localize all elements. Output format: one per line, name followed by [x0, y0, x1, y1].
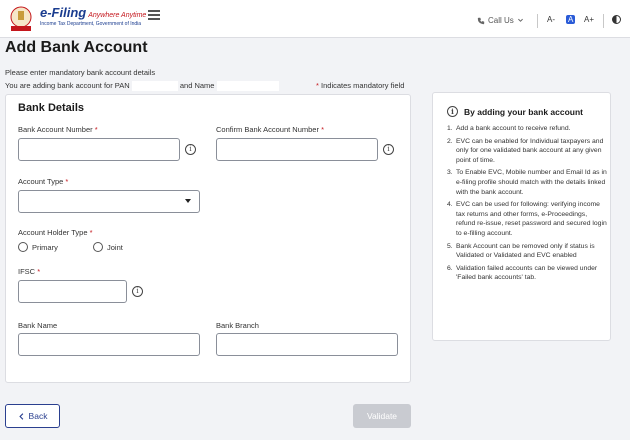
- back-button[interactable]: Back: [5, 404, 60, 428]
- list-item: 2. EVC can be enabled for Individual taxp…: [447, 137, 604, 164]
- account-type-label: Account Type *: [18, 177, 69, 186]
- section-title: Bank Details: [18, 102, 85, 114]
- chevron-left-icon: [18, 412, 23, 420]
- info-icon[interactable]: i: [185, 144, 196, 155]
- list-item: 1. Add a bank account to receive refund.: [447, 125, 571, 132]
- divider: [537, 14, 538, 28]
- account-holder-type-label: Account Holder Type *: [18, 228, 93, 237]
- call-us-label: Call Us: [488, 16, 514, 25]
- chevron-down-icon: [517, 18, 523, 22]
- bank-branch-input[interactable]: [216, 333, 398, 356]
- brand-block[interactable]: e-Filing Anywhere Anytime Income Tax Depa…: [40, 5, 146, 27]
- font-normal-button[interactable]: A: [566, 15, 576, 24]
- page-title: Add Bank Account: [5, 39, 148, 56]
- info-icon: i: [447, 106, 458, 117]
- validate-button[interactable]: Validate: [353, 404, 411, 428]
- back-label: Back: [28, 411, 48, 421]
- top-bar: e-Filing Anywhere Anytime Income Tax Depa…: [0, 0, 630, 38]
- radio-circle[interactable]: [93, 242, 103, 252]
- bank-account-info-panel: i By adding your bank account 1. Add a ba…: [432, 92, 611, 341]
- divider: [603, 14, 604, 28]
- holder-joint-radio[interactable]: Joint: [93, 242, 123, 252]
- ifsc-label: IFSC *: [18, 267, 41, 276]
- confirm-account-number-input[interactable]: [216, 138, 378, 161]
- ifsc-input[interactable]: [18, 280, 127, 303]
- hamburger-icon[interactable]: [148, 10, 160, 20]
- font-increase-button[interactable]: A+: [584, 15, 594, 24]
- info-icon[interactable]: i: [132, 286, 143, 297]
- emblem-logo: [10, 6, 32, 31]
- bank-branch-label: Bank Branch: [216, 321, 259, 330]
- list-item: 6. Validation failed accounts can be view…: [447, 264, 598, 282]
- bank-name-input[interactable]: [18, 333, 200, 356]
- brand-subtitle: Income Tax Department, Government of Ind…: [40, 21, 142, 27]
- list-item: 3. To Enable EVC, Mobile number and Email…: [447, 169, 607, 196]
- brand-title: e-Filing Anywhere Anytime: [40, 5, 147, 20]
- side-panel-title: By adding your bank account: [464, 106, 584, 117]
- brand-tagline: Anywhere Anytime: [88, 12, 147, 19]
- font-decrease-button[interactable]: A-: [547, 15, 555, 24]
- info-list: 1. Add a bank account to receive refund. …: [447, 124, 607, 286]
- mandatory-note: * Indicates mandatory field: [316, 81, 405, 90]
- confirm-account-number-label: Confirm Bank Account Number *: [216, 125, 324, 134]
- radio-circle[interactable]: [18, 242, 28, 252]
- dropdown-caret-icon: [185, 199, 191, 203]
- contrast-icon[interactable]: [612, 15, 621, 24]
- phone-icon: [477, 17, 485, 24]
- bank-account-number-input[interactable]: [18, 138, 180, 161]
- side-panel-header: i By adding your bank account: [447, 106, 583, 117]
- bank-account-number-label: Bank Account Number *: [18, 125, 98, 134]
- bank-name-label: Bank Name: [18, 321, 58, 330]
- instruction-text: Please enter mandatory bank account deta…: [5, 68, 156, 77]
- name-value: [216, 81, 279, 92]
- account-type-select[interactable]: [18, 190, 200, 213]
- adding-account-info: You are adding bank account for PAN and …: [5, 81, 279, 92]
- adding-mid: and Name: [179, 81, 215, 90]
- list-item: 5. Bank Account can be removed only if st…: [447, 242, 595, 260]
- bank-details-card: Bank Details Bank Account Number * i Con…: [5, 94, 411, 383]
- call-us-dropdown[interactable]: Call Us: [477, 16, 524, 25]
- list-item: 4. EVC can be used for following: verifyi…: [447, 201, 607, 237]
- holder-primary-radio[interactable]: Primary: [18, 242, 58, 252]
- pan-value: [131, 81, 178, 92]
- info-icon[interactable]: i: [383, 144, 394, 155]
- adding-prefix: You are adding bank account for PAN: [5, 81, 130, 90]
